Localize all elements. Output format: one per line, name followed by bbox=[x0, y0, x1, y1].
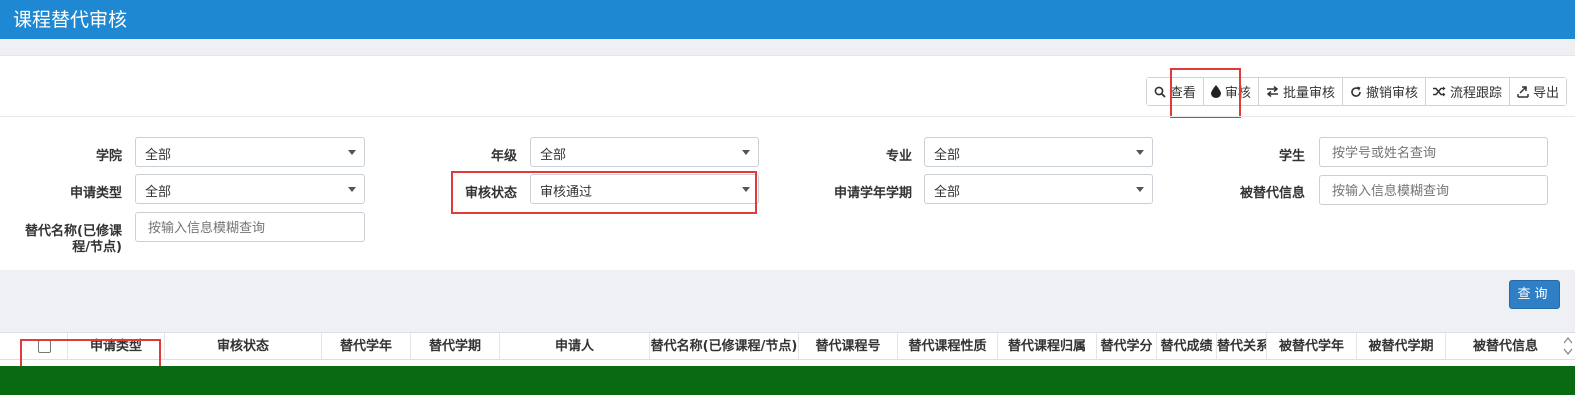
replaced-info-input[interactable] bbox=[1319, 175, 1548, 205]
column-header[interactable]: 被替代信息 bbox=[1445, 333, 1565, 360]
grade-label: 年级 bbox=[490, 149, 517, 164]
export-icon bbox=[1517, 85, 1529, 98]
major-label: 专业 bbox=[885, 149, 912, 164]
screen-artifact-bar bbox=[0, 366, 1575, 395]
title-bar: 课程替代审核 bbox=[0, 0, 1575, 39]
export-button[interactable]: 导出 bbox=[1508, 78, 1566, 105]
column-header[interactable]: 替代关系 bbox=[1216, 333, 1266, 360]
refresh-icon bbox=[1350, 86, 1362, 98]
chevron-down-icon bbox=[1136, 150, 1144, 155]
scroll-up-icon[interactable] bbox=[1563, 336, 1573, 344]
batch-audit-button[interactable]: 批量审核 bbox=[1257, 78, 1342, 105]
student-search-input[interactable] bbox=[1319, 137, 1548, 167]
revoke-audit-button[interactable]: 撤销审核 bbox=[1341, 78, 1425, 105]
column-header[interactable]: 替代学期 bbox=[410, 333, 499, 360]
query-button[interactable]: 查询 bbox=[1509, 280, 1560, 309]
replace-name-label-line2: 程/节点) bbox=[72, 240, 122, 255]
shuffle-icon bbox=[1432, 86, 1446, 97]
major-select-value: 全部 bbox=[934, 148, 961, 163]
audit-button-highlight bbox=[1170, 68, 1241, 118]
college-select-value: 全部 bbox=[145, 148, 172, 163]
column-header[interactable]: 替代成绩 bbox=[1156, 333, 1216, 360]
chevron-down-icon bbox=[348, 187, 356, 192]
column-header[interactable]: 替代课程归属 bbox=[997, 333, 1096, 360]
batch-audit-button-label: 批量审核 bbox=[1282, 86, 1335, 101]
revoke-audit-button-label: 撤销审核 bbox=[1365, 86, 1418, 101]
apply-term-select-value: 全部 bbox=[934, 185, 961, 200]
export-button-label: 导出 bbox=[1532, 86, 1559, 101]
scroll-down-icon[interactable] bbox=[1563, 348, 1573, 356]
column-header[interactable]: 替代课程号 bbox=[798, 333, 897, 360]
apply-term-label: 申请学年学期 bbox=[833, 186, 912, 201]
page-title: 课程替代审核 bbox=[13, 9, 128, 31]
apply-type-select[interactable]: 全部 bbox=[135, 174, 365, 204]
table-header: 申请类型 审核状态 替代学年 替代学期 申请人 替代名称(已修课程/节点) 替代… bbox=[0, 332, 1575, 360]
column-header[interactable]: 替代学分 bbox=[1096, 333, 1156, 360]
apply-type-label: 申请类型 bbox=[69, 186, 122, 201]
column-header[interactable]: 被替代学期 bbox=[1356, 333, 1445, 360]
major-select[interactable]: 全部 bbox=[924, 137, 1153, 167]
audit-status-highlight bbox=[451, 171, 757, 214]
column-header[interactable]: 申请人 bbox=[499, 333, 649, 360]
exchange-icon bbox=[1266, 86, 1279, 97]
student-label: 学生 bbox=[1278, 149, 1305, 164]
grade-select[interactable]: 全部 bbox=[530, 137, 759, 167]
column-header[interactable]: 替代名称(已修课程/节点) bbox=[649, 333, 798, 360]
process-trace-button[interactable]: 流程跟踪 bbox=[1424, 78, 1509, 105]
college-select[interactable]: 全部 bbox=[135, 137, 365, 167]
process-trace-button-label: 流程跟踪 bbox=[1449, 86, 1502, 101]
column-header[interactable]: 替代学年 bbox=[321, 333, 410, 360]
toolbar-divider bbox=[0, 116, 1575, 117]
grade-select-value: 全部 bbox=[540, 148, 567, 163]
chevron-down-icon bbox=[348, 150, 356, 155]
column-header[interactable]: 被替代学年 bbox=[1266, 333, 1356, 360]
replace-name-input[interactable] bbox=[135, 212, 365, 242]
chevron-down-icon bbox=[1136, 187, 1144, 192]
apply-term-select[interactable]: 全部 bbox=[924, 174, 1153, 204]
college-label: 学院 bbox=[95, 149, 122, 164]
chevron-down-icon bbox=[742, 150, 750, 155]
apply-type-select-value: 全部 bbox=[145, 185, 172, 200]
replaced-info-label: 被替代信息 bbox=[1239, 186, 1305, 201]
column-header[interactable]: 替代课程性质 bbox=[897, 333, 997, 360]
column-header[interactable]: 审核状态 bbox=[164, 333, 321, 360]
search-icon bbox=[1154, 86, 1166, 98]
